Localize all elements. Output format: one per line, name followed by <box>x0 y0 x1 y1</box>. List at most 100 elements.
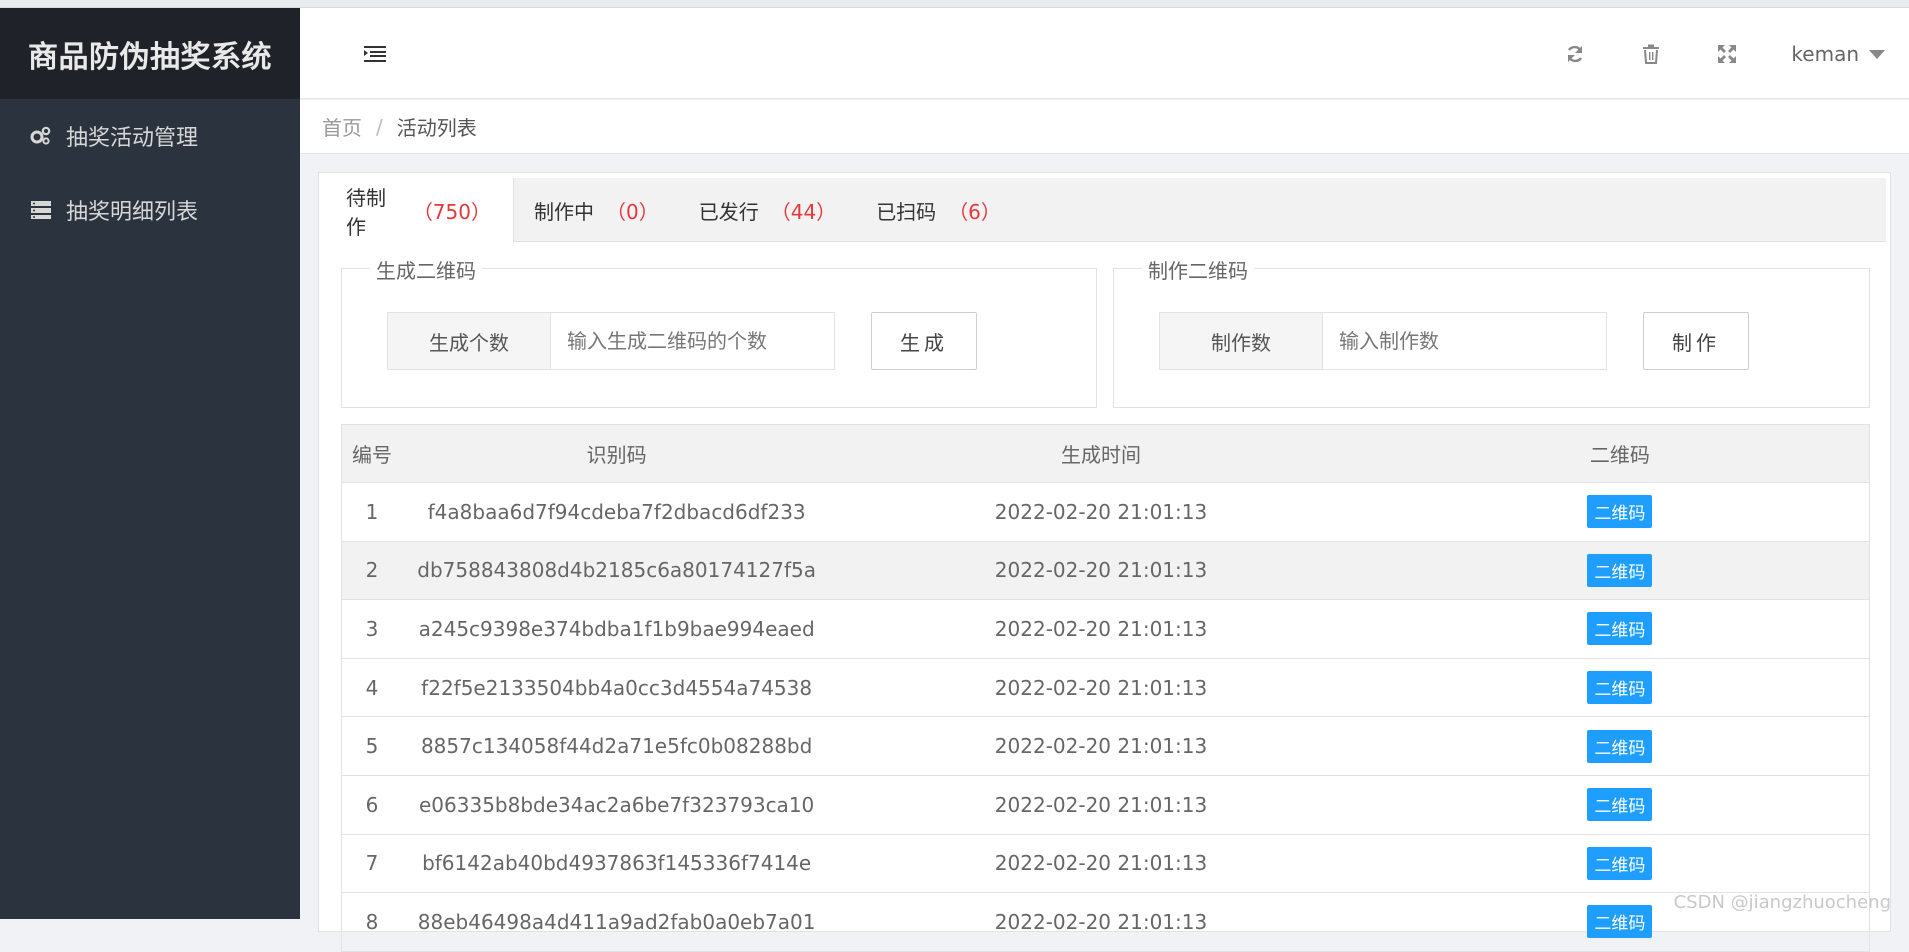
watermark: CSDN @jiangzhuocheng <box>1674 892 1891 913</box>
row-code: f22f5e2133504bb4a0cc3d4554a74538 <box>402 676 831 700</box>
qr-code-button[interactable]: 二维码 <box>1587 730 1652 763</box>
make-qr-legend: 制作二维码 <box>1142 255 1254 284</box>
table-header: 编号 识别码 生成时间 二维码 <box>342 425 1869 483</box>
tab-label: 待制作 <box>346 182 401 240</box>
table-row: 58857c134058f44d2a71e5fc0b08288bd2022-02… <box>342 717 1869 776</box>
qr-code-button[interactable]: 二维码 <box>1587 554 1652 587</box>
row-time: 2022-02-20 21:01:13 <box>831 851 1370 875</box>
make-qr-fieldset: 制作二维码 制作数 制作 <box>1113 268 1870 408</box>
make-count-input[interactable] <box>1323 312 1607 370</box>
make-button[interactable]: 制作 <box>1643 312 1749 370</box>
breadcrumb-current: 活动列表 <box>397 112 477 141</box>
user-menu[interactable]: keman <box>1791 42 1885 66</box>
row-code: e06335b8bde34ac2a6be7f323793ca10 <box>402 793 831 817</box>
table-body: 1f4a8baa6d7f94cdeba7f2dbacd6df2332022-02… <box>342 483 1869 952</box>
tab-scanned[interactable]: 已扫码 （6） <box>856 178 1021 242</box>
table-row: 3a245c9398e374bdba1f1b9bae994eaed2022-02… <box>342 600 1869 659</box>
sidebar-item-label: 抽奖活动管理 <box>66 120 198 152</box>
qr-code-button[interactable]: 二维码 <box>1587 495 1652 528</box>
row-code: bf6142ab40bd4937863f145336f7414e <box>402 851 831 875</box>
column-header-code: 识别码 <box>402 439 831 468</box>
row-qr-cell: 二维码 <box>1371 847 1869 880</box>
tab-label: 制作中 <box>534 196 594 225</box>
qr-code-button[interactable]: 二维码 <box>1587 612 1652 645</box>
trash-icon[interactable] <box>1639 42 1663 66</box>
row-qr-cell: 二维码 <box>1371 671 1869 704</box>
row-code: a245c9398e374bdba1f1b9bae994eaed <box>402 617 831 641</box>
sidebar-item-label: 抽奖明细列表 <box>66 194 198 226</box>
row-qr-cell: 二维码 <box>1371 730 1869 763</box>
app-title: 商品防伪抽奖系统 <box>28 32 272 76</box>
qr-code-table: 编号 识别码 生成时间 二维码 1f4a8baa6d7f94cdeba7f2db… <box>341 424 1870 952</box>
row-qr-cell: 二维码 <box>1371 788 1869 821</box>
table-row: 1f4a8baa6d7f94cdeba7f2dbacd6df2332022-02… <box>342 483 1869 542</box>
column-header-id: 编号 <box>342 439 402 468</box>
row-qr-cell: 二维码 <box>1371 495 1869 528</box>
hamburger-menu-icon[interactable] <box>364 45 386 63</box>
breadcrumb-separator: / <box>376 115 383 139</box>
breadcrumb: 首页 / 活动列表 <box>300 100 1909 154</box>
status-tabs: 待制作 （750） 制作中 （0） 已发行 （44） 已扫码 （6） <box>324 178 1886 242</box>
row-time: 2022-02-20 21:01:13 <box>831 734 1370 758</box>
row-time: 2022-02-20 21:01:13 <box>831 676 1370 700</box>
row-code: 8857c134058f44d2a71e5fc0b08288bd <box>402 734 831 758</box>
sidebar-item-lottery-activity[interactable]: 抽奖活动管理 <box>0 99 300 173</box>
browser-top-strip <box>0 0 1909 8</box>
server-icon <box>30 199 52 221</box>
row-id: 4 <box>342 676 402 700</box>
generate-count-input[interactable] <box>551 312 835 370</box>
generate-button[interactable]: 生成 <box>871 312 977 370</box>
fullscreen-icon[interactable] <box>1715 42 1739 66</box>
row-id: 2 <box>342 558 402 582</box>
row-time: 2022-02-20 21:01:13 <box>831 910 1370 934</box>
tab-count: （750） <box>413 196 491 225</box>
chevron-down-icon <box>1869 50 1885 59</box>
app-logo: 商品防伪抽奖系统 <box>0 8 300 99</box>
table-row: 888eb46498a4d411a9ad2fab0a0eb7a012022-02… <box>342 893 1869 952</box>
tab-in-progress[interactable]: 制作中 （0） <box>514 178 679 242</box>
make-count-label: 制作数 <box>1159 312 1323 370</box>
row-id: 6 <box>342 793 402 817</box>
tab-pending[interactable]: 待制作 （750） <box>324 178 514 243</box>
tab-count: （0） <box>606 196 659 225</box>
row-qr-cell: 二维码 <box>1371 554 1869 587</box>
row-time: 2022-02-20 21:01:13 <box>831 558 1370 582</box>
row-code: f4a8baa6d7f94cdeba7f2dbacd6df233 <box>402 500 831 524</box>
table-row: 7bf6142ab40bd4937863f145336f7414e2022-02… <box>342 835 1869 894</box>
header-actions: keman <box>1563 8 1909 99</box>
row-id: 7 <box>342 851 402 875</box>
tab-label: 已发行 <box>699 196 759 225</box>
table-row: 4f22f5e2133504bb4a0cc3d4554a745382022-02… <box>342 659 1869 718</box>
make-count-group: 制作数 <box>1159 312 1607 370</box>
tab-label: 已扫码 <box>876 196 936 225</box>
breadcrumb-home[interactable]: 首页 <box>322 112 362 141</box>
top-header: keman <box>300 8 1909 99</box>
refresh-icon[interactable] <box>1563 42 1587 66</box>
qr-code-button[interactable]: 二维码 <box>1587 847 1652 880</box>
row-id: 8 <box>342 910 402 934</box>
row-time: 2022-02-20 21:01:13 <box>831 793 1370 817</box>
tab-issued[interactable]: 已发行 （44） <box>679 178 856 242</box>
sidebar-item-lottery-details[interactable]: 抽奖明细列表 <box>0 173 300 247</box>
row-qr-cell: 二维码 <box>1371 612 1869 645</box>
row-time: 2022-02-20 21:01:13 <box>831 617 1370 641</box>
tab-count: （6） <box>948 196 1001 225</box>
qr-code-button[interactable]: 二维码 <box>1587 905 1652 938</box>
qr-code-button[interactable]: 二维码 <box>1587 788 1652 821</box>
generate-qr-legend: 生成二维码 <box>370 255 482 284</box>
gears-icon <box>30 125 52 147</box>
qr-code-button[interactable]: 二维码 <box>1587 671 1652 704</box>
column-header-time: 生成时间 <box>831 439 1370 468</box>
generate-count-group: 生成个数 <box>387 312 835 370</box>
row-id: 1 <box>342 500 402 524</box>
generate-qr-fieldset: 生成二维码 生成个数 生成 <box>341 268 1097 408</box>
generate-count-label: 生成个数 <box>387 312 551 370</box>
row-code: 88eb46498a4d411a9ad2fab0a0eb7a01 <box>402 910 831 934</box>
username: keman <box>1791 42 1859 66</box>
row-id: 3 <box>342 617 402 641</box>
table-row: 6e06335b8bde34ac2a6be7f323793ca102022-02… <box>342 776 1869 835</box>
row-code: db758843808d4b2185c6a80174127f5a <box>402 558 831 582</box>
sidebar: 商品防伪抽奖系统 抽奖活动管理 抽奖明细列表 <box>0 8 300 919</box>
row-id: 5 <box>342 734 402 758</box>
row-time: 2022-02-20 21:01:13 <box>831 500 1370 524</box>
